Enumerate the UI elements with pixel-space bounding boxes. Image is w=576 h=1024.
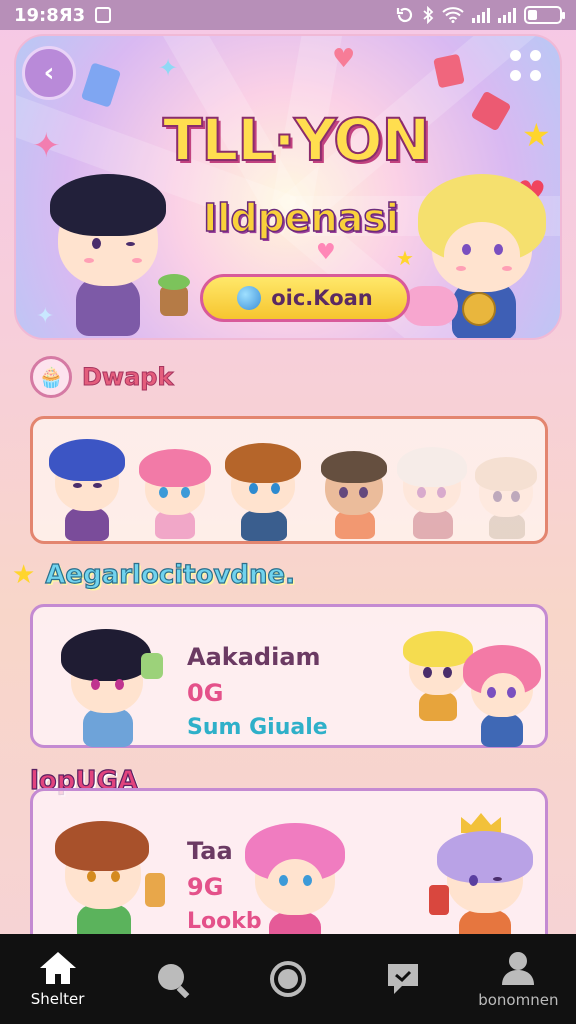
card-3-avatar-center bbox=[239, 817, 351, 951]
sparkle-icon: ✦ bbox=[32, 126, 61, 166]
banner-title: TLL·YON bbox=[162, 105, 431, 175]
banner-button-label: oic.Koan bbox=[271, 286, 373, 310]
battery-icon bbox=[524, 6, 565, 24]
roster-avatar-blue[interactable] bbox=[47, 437, 127, 541]
card-aakadiam[interactable]: Aakadiam 0G Sum Giuale bbox=[30, 604, 548, 748]
card-taa[interactable]: Taa 9G Lookb bbox=[30, 788, 548, 951]
bottom-nav: Shelter bonomnen bbox=[0, 934, 576, 1024]
card-2-count: 0G bbox=[187, 679, 224, 707]
card-3-avatar-right bbox=[429, 813, 541, 949]
section-1-title: Dwapk bbox=[81, 363, 174, 392]
chat-icon bbox=[388, 964, 419, 994]
record-icon bbox=[269, 961, 306, 997]
search-icon bbox=[157, 964, 190, 998]
chibi-boy-avatar bbox=[36, 166, 190, 336]
card-2-title: Aakadiam bbox=[187, 643, 321, 671]
star-icon-small: ★ bbox=[396, 246, 414, 270]
bluetooth-icon bbox=[423, 6, 434, 24]
hero-banner: ✦ ✦ ♥ ★ ♥ ♥ ★ ✦ ‹ TLL·YON Ildpenasi o bbox=[14, 34, 562, 340]
roster-avatar-brown[interactable] bbox=[221, 437, 307, 541]
back-arrow-icon: ‹ bbox=[43, 58, 55, 88]
nav-record[interactable] bbox=[233, 939, 343, 1019]
section-header-2: ★ Aegarlocitovdne. bbox=[12, 559, 296, 590]
section-header-1: 🧁 Dwapk bbox=[30, 356, 174, 398]
star-icon-section: ★ bbox=[12, 560, 36, 590]
home-icon bbox=[39, 952, 76, 984]
nav-home[interactable]: Shelter bbox=[3, 939, 113, 1019]
heart-icon-small: ♥ bbox=[316, 240, 336, 265]
muffin-icon: 🧁 bbox=[30, 356, 72, 398]
heart-icon: ♥ bbox=[332, 44, 356, 74]
status-time: 19:8Я3 bbox=[14, 4, 86, 26]
nav-search[interactable] bbox=[118, 939, 228, 1019]
signal-icon-2 bbox=[498, 7, 516, 23]
status-bar: 19:8Я3 bbox=[0, 0, 576, 30]
profile-icon bbox=[502, 952, 535, 985]
card-2-subtitle: Sum Giuale bbox=[187, 715, 328, 740]
notification-icon bbox=[95, 7, 112, 23]
nav-profile[interactable]: bonomnen bbox=[463, 939, 573, 1019]
card-2-avatar-pink bbox=[461, 643, 543, 747]
nav-home-label: Shelter bbox=[30, 990, 85, 1008]
cube-deco bbox=[80, 62, 122, 108]
wifi-icon bbox=[442, 7, 464, 23]
roster-avatar-white[interactable] bbox=[395, 445, 469, 541]
card-2-avatar-left bbox=[53, 623, 163, 747]
banner-subtitle: Ildpenasi bbox=[202, 195, 399, 241]
roster-avatar-faded[interactable] bbox=[473, 455, 539, 541]
section-2-title: Aegarlocitovdne. bbox=[45, 559, 296, 590]
globe-icon bbox=[237, 286, 262, 310]
back-button[interactable]: ‹ bbox=[22, 46, 76, 100]
rotate-icon bbox=[396, 7, 413, 23]
banner-action-button[interactable]: oic.Koan bbox=[200, 274, 410, 322]
roster-avatar-pink[interactable] bbox=[137, 447, 213, 541]
star-icon: ✦ bbox=[158, 54, 179, 82]
cloud-pet-icon bbox=[402, 286, 458, 326]
card-3-avatar-left bbox=[47, 813, 165, 943]
star-icon-yellow: ★ bbox=[522, 116, 551, 154]
roster-avatar-dark[interactable] bbox=[317, 447, 391, 541]
cube-deco-red2 bbox=[470, 90, 512, 132]
more-options-button[interactable] bbox=[510, 50, 550, 90]
nav-chat[interactable] bbox=[348, 939, 458, 1019]
signal-icon bbox=[472, 7, 490, 23]
nav-profile-label: bonomnen bbox=[478, 991, 559, 1009]
character-roster-card[interactable] bbox=[30, 416, 548, 544]
